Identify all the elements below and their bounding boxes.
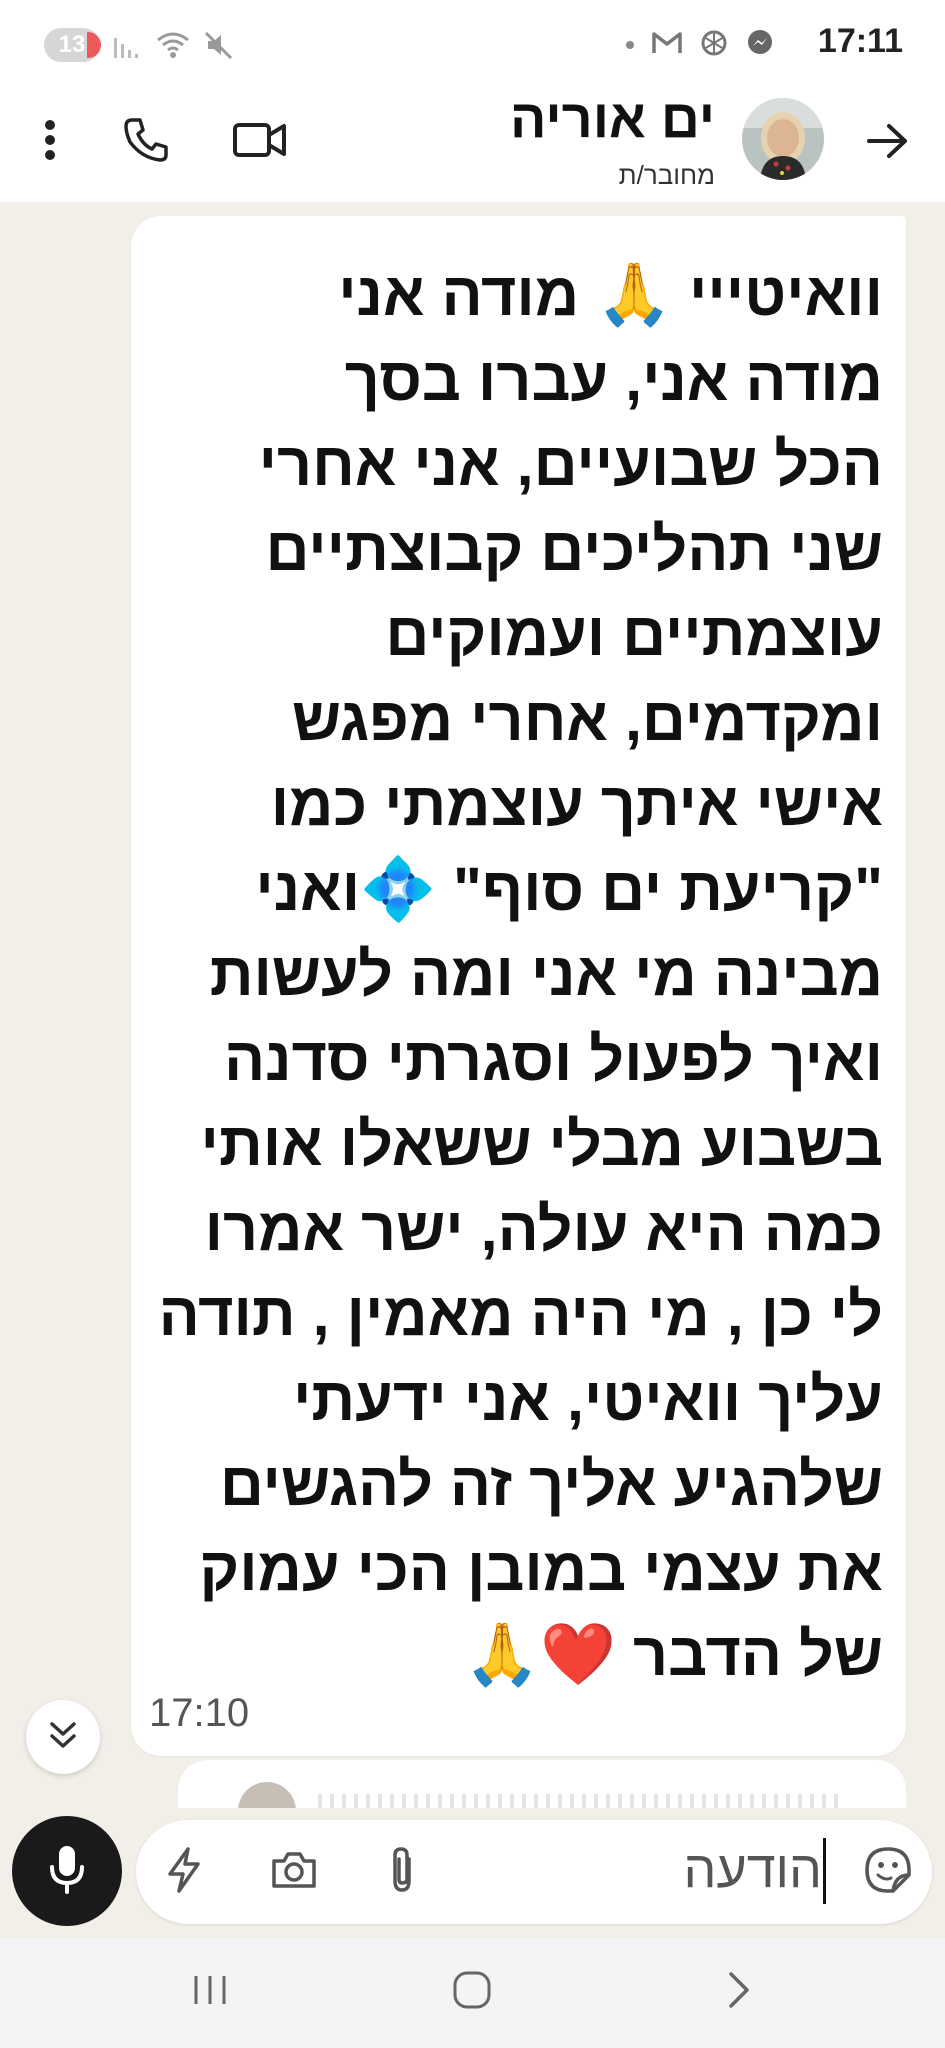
contact-name[interactable]: ים אוריה bbox=[510, 88, 715, 150]
video-call-icon bbox=[232, 117, 288, 166]
back-nav-button[interactable] bbox=[708, 1966, 768, 2018]
camera-icon bbox=[270, 1849, 318, 1896]
chat-header: ים אוריה מחובר/ת bbox=[0, 88, 945, 202]
notification-count: 13 bbox=[58, 31, 86, 58]
signal-icon bbox=[112, 30, 142, 65]
next-voice-message-bubble[interactable] bbox=[178, 1760, 906, 1808]
quick-replies-button[interactable] bbox=[158, 1846, 210, 1898]
message-time: 17:10 bbox=[149, 1691, 250, 1735]
voice-waveform bbox=[318, 1794, 838, 1808]
voice-record-button[interactable] bbox=[12, 1816, 122, 1926]
camera-button[interactable] bbox=[268, 1846, 320, 1898]
status-time: 17:11 bbox=[817, 22, 903, 60]
status-left-icons bbox=[112, 30, 234, 65]
messenger-icon bbox=[745, 28, 775, 63]
emoji-sticker-button[interactable] bbox=[862, 1846, 914, 1898]
system-nav-bar bbox=[0, 1938, 945, 2048]
more-options-button[interactable] bbox=[28, 116, 72, 168]
status-right-icons bbox=[625, 28, 775, 63]
back-icon bbox=[723, 1969, 753, 2016]
text-caret bbox=[823, 1838, 826, 1904]
attach-button[interactable] bbox=[376, 1846, 428, 1898]
dot-icon bbox=[625, 37, 635, 55]
back-arrow-icon bbox=[865, 121, 909, 166]
bolt-icon bbox=[164, 1846, 204, 1899]
mic-icon bbox=[47, 1843, 87, 1900]
message-input-placeholder: הודעה bbox=[683, 1841, 822, 1899]
contact-status: מחובר/ת bbox=[618, 160, 715, 190]
status-bar: 13 17:11 bbox=[0, 0, 945, 88]
compose-bar: הודעה bbox=[0, 1808, 945, 1938]
chat-area[interactable]: וואיטייי 🙏 מודה אני מודה אני, עברו בסך ה… bbox=[0, 202, 945, 1808]
more-options-icon bbox=[43, 118, 57, 167]
message-input[interactable]: הודעה bbox=[136, 1820, 932, 1924]
recent-apps-button[interactable] bbox=[180, 1966, 240, 2018]
notification-count-badge: 13 bbox=[44, 28, 101, 62]
home-button[interactable] bbox=[442, 1966, 502, 2018]
recent-apps-icon bbox=[190, 1972, 230, 2013]
back-button[interactable] bbox=[862, 118, 912, 168]
chatgpt-icon bbox=[699, 28, 729, 63]
scroll-to-bottom-button[interactable] bbox=[26, 1700, 100, 1774]
message-bubble[interactable]: וואיטייי 🙏 מודה אני מודה אני, עברו בסך ה… bbox=[131, 216, 906, 1756]
gmail-icon bbox=[651, 30, 683, 61]
wifi-icon bbox=[156, 30, 190, 65]
home-icon bbox=[451, 1969, 493, 2016]
voice-message-avatar bbox=[238, 1782, 296, 1808]
message-text: וואיטייי 🙏 מודה אני מודה אני, עברו בסך ה… bbox=[158, 260, 883, 1688]
avatar[interactable] bbox=[742, 98, 824, 180]
attach-icon bbox=[385, 1845, 419, 1900]
voice-call-button[interactable] bbox=[118, 114, 174, 170]
phone-icon bbox=[122, 116, 170, 169]
mute-icon bbox=[204, 30, 234, 65]
double-chevron-down-icon bbox=[46, 1718, 80, 1757]
emoji-sticker-icon bbox=[863, 1845, 913, 1900]
video-call-button[interactable] bbox=[228, 112, 292, 170]
